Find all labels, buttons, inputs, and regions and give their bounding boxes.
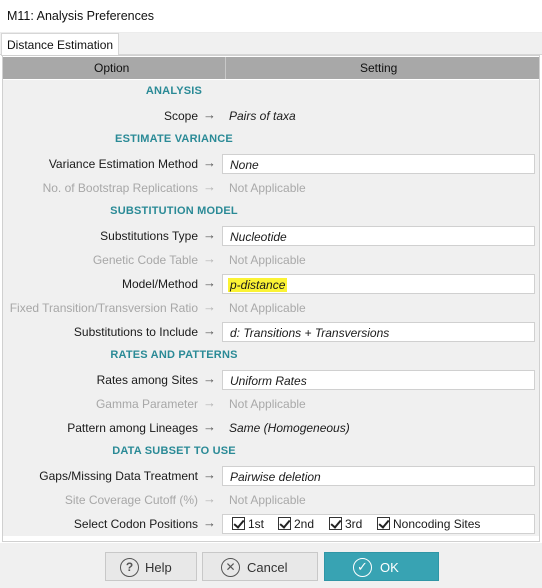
checkbox-label: 3rd: [345, 517, 363, 531]
row-pattern-among-lineages[interactable]: Pattern among Lineages → Same (Homogeneo…: [3, 416, 539, 440]
option-label: Rates among Sites: [96, 373, 198, 387]
arrow-right-icon: →: [203, 107, 216, 122]
header-separator: [225, 57, 226, 79]
option-label: Pattern among Lineages: [67, 421, 198, 435]
tab-strip: Distance Estimation: [0, 33, 542, 56]
help-icon: ?: [120, 558, 139, 577]
option-label: Fixed Transition/Transversion Ratio: [9, 301, 198, 315]
option-label: Model/Method: [121, 277, 198, 291]
row-ts-tv-ratio: Fixed Transition/Transversion Ratio → No…: [3, 296, 539, 320]
option-label: Gamma Parameter: [95, 397, 198, 411]
help-button[interactable]: ? Help: [105, 552, 197, 581]
row-rates-among-sites[interactable]: Rates among Sites → Uniform Rates: [3, 368, 539, 392]
section-label: DATA SUBSET TO USE: [112, 445, 236, 457]
checkbox-label: Noncoding Sites: [393, 517, 481, 531]
checkbox-checked-icon: [232, 517, 245, 530]
row-scope[interactable]: Scope → Pairs of taxa: [3, 104, 539, 128]
gamma-parameter-value: Not Applicable: [229, 397, 306, 411]
window-title: M11: Analysis Preferences: [7, 9, 155, 23]
checkbox-label: 1st: [248, 517, 265, 531]
option-label: Genetic Code Table: [92, 253, 198, 267]
arrow-right-icon: →: [203, 395, 216, 410]
substitutions-include-select[interactable]: d: Transitions + Transversions: [222, 322, 535, 342]
title-bar: M11: Analysis Preferences: [0, 0, 542, 32]
codon-2nd-checkbox[interactable]: 2nd: [278, 517, 314, 533]
site-coverage-value: Not Applicable: [229, 493, 306, 507]
arrow-right-icon: →: [203, 323, 216, 338]
section-data-subset: DATA SUBSET TO USE: [3, 440, 539, 464]
arrow-right-icon: →: [203, 275, 216, 290]
row-site-coverage-cutoff: Site Coverage Cutoff (%) → Not Applicabl…: [3, 488, 539, 512]
row-genetic-code-table: Genetic Code Table → Not Applicable: [3, 248, 539, 272]
codon-1st-checkbox[interactable]: 1st: [232, 517, 264, 533]
close-icon: ✕: [221, 558, 240, 577]
tab-distance-estimation[interactable]: Distance Estimation: [1, 33, 120, 56]
cancel-button[interactable]: ✕ Cancel: [202, 552, 318, 581]
check-icon: ✓: [353, 558, 372, 577]
arrow-right-icon: →: [203, 227, 216, 242]
checkbox-label: 2nd: [294, 517, 315, 531]
codon-positions-group: 1st 2nd 3rd Noncoding Sites: [222, 514, 535, 534]
row-substitutions-type[interactable]: Substitutions Type → Nucleotide: [3, 224, 539, 248]
row-variance-method[interactable]: Variance Estimation Method → None: [3, 152, 539, 176]
cancel-button-label: Cancel: [247, 560, 288, 575]
arrow-right-icon: →: [203, 155, 216, 170]
arrow-right-icon: →: [203, 251, 216, 266]
option-label: Site Coverage Cutoff (%): [64, 493, 198, 507]
row-substitutions-include[interactable]: Substitutions to Include → d: Transition…: [3, 320, 539, 344]
codon-3rd-checkbox[interactable]: 3rd: [329, 517, 362, 533]
ok-button[interactable]: ✓ OK: [324, 552, 439, 581]
arrow-right-icon: →: [203, 179, 216, 194]
arrow-right-icon: →: [203, 371, 216, 386]
pattern-among-lineages-value[interactable]: Same (Homogeneous): [222, 418, 535, 438]
row-codon-positions: Select Codon Positions → 1st 2nd 3rd Non…: [3, 512, 539, 536]
row-gamma-parameter: Gamma Parameter → Not Applicable: [3, 392, 539, 416]
section-analysis: ANALYSIS: [3, 80, 539, 104]
section-estimate-variance: ESTIMATE VARIANCE: [3, 128, 539, 152]
arrow-right-icon: →: [203, 491, 216, 506]
checkbox-checked-icon: [377, 517, 390, 530]
substitutions-type-select[interactable]: Nucleotide: [222, 226, 535, 246]
scope-value[interactable]: Pairs of taxa: [222, 106, 535, 126]
codon-noncoding-checkbox[interactable]: Noncoding Sites: [377, 517, 480, 533]
setting-column-header: Setting: [360, 61, 398, 75]
row-model-method[interactable]: Model/Method → p-distance: [3, 272, 539, 296]
gaps-missing-data-select[interactable]: Pairwise deletion: [222, 466, 535, 486]
model-method-highlighted-value: p-distance: [228, 278, 288, 292]
option-label: Substitutions to Include: [73, 325, 198, 339]
section-substitution-model: SUBSTITUTION MODEL: [3, 200, 539, 224]
dialog-footer: ? Help ✕ Cancel ✓ OK: [0, 543, 542, 588]
variance-method-select[interactable]: None: [222, 154, 535, 174]
genetic-code-value: Not Applicable: [229, 253, 306, 267]
arrow-right-icon: →: [203, 467, 216, 482]
rates-among-sites-select[interactable]: Uniform Rates: [222, 370, 535, 390]
option-label: Substitutions Type: [100, 229, 198, 243]
option-label: Select Codon Positions: [73, 517, 198, 531]
arrow-right-icon: →: [203, 419, 216, 434]
option-label: Variance Estimation Method: [48, 157, 198, 171]
section-label: ESTIMATE VARIANCE: [115, 133, 233, 145]
help-button-label: Help: [145, 560, 172, 575]
section-label: SUBSTITUTION MODEL: [110, 205, 238, 217]
option-label: Gaps/Missing Data Treatment: [39, 469, 198, 483]
option-label: No. of Bootstrap Replications: [42, 181, 198, 195]
model-method-select[interactable]: p-distance: [222, 274, 535, 294]
checkbox-checked-icon: [278, 517, 291, 530]
section-label: RATES AND PATTERNS: [110, 349, 238, 361]
grid-header: Option Setting: [3, 57, 539, 79]
arrow-right-icon: →: [203, 515, 216, 530]
arrow-right-icon: →: [203, 299, 216, 314]
row-gaps-missing-data[interactable]: Gaps/Missing Data Treatment → Pairwise d…: [3, 464, 539, 488]
section-label: ANALYSIS: [145, 85, 203, 97]
section-rates-and-patterns: RATES AND PATTERNS: [3, 344, 539, 368]
option-label: Scope: [163, 109, 198, 123]
ts-tv-ratio-value: Not Applicable: [229, 301, 306, 315]
row-bootstrap-replications: No. of Bootstrap Replications → Not Appl…: [3, 176, 539, 200]
checkbox-checked-icon: [329, 517, 342, 530]
bootstrap-replications-value: Not Applicable: [229, 181, 306, 195]
ok-button-label: OK: [380, 560, 399, 575]
option-column-header: Option: [94, 61, 130, 75]
